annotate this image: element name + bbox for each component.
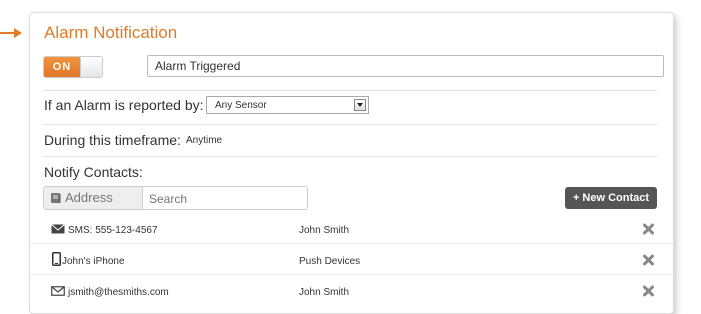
divider	[43, 156, 657, 157]
toggle-on-label: ON	[44, 57, 80, 77]
chevron-down-icon	[354, 99, 366, 111]
contact-name: John Smith	[299, 225, 350, 236]
divider	[43, 90, 657, 91]
envelope-icon	[51, 224, 65, 234]
delete-icon[interactable]	[642, 285, 654, 297]
contact-row[interactable]: jsmith@thesmiths.com John Smith	[30, 274, 673, 305]
card-title: Alarm Notification	[44, 23, 178, 42]
reported-by-label: If an Alarm is reported by:	[44, 97, 204, 113]
address-book-label: Address Book	[65, 190, 113, 205]
sensor-select[interactable]: Any Sensor	[206, 96, 369, 114]
timeframe-value[interactable]: Anytime	[186, 135, 222, 146]
envelope-outline-icon	[51, 286, 65, 296]
contact-method: jsmith@thesmiths.com	[68, 287, 169, 298]
alarm-notification-card: Alarm Notification ON If an Alarm is rep…	[29, 12, 674, 314]
address-book-search-group: Address Book	[43, 186, 308, 210]
contact-search-input[interactable]	[143, 187, 307, 209]
timeframe-label: During this timeframe:	[44, 132, 181, 148]
row-separator	[30, 243, 673, 244]
divider	[43, 124, 657, 125]
contact-method: SMS: 555-123-4567	[68, 225, 158, 236]
contact-name: Push Devices	[299, 256, 361, 267]
alarm-toggle[interactable]: ON	[43, 56, 103, 78]
contact-name: John Smith	[299, 287, 350, 298]
contact-row[interactable]: SMS: 555-123-4567 John Smith	[30, 217, 673, 243]
notify-contacts-label: Notify Contacts:	[44, 164, 143, 180]
row-separator	[30, 274, 673, 275]
new-contact-button[interactable]: + New Contact	[565, 187, 657, 209]
delete-icon[interactable]	[642, 254, 654, 266]
book-icon	[51, 193, 61, 203]
toggle-knob	[80, 57, 102, 77]
delete-icon[interactable]	[642, 223, 654, 235]
alarm-name-input[interactable]	[147, 55, 664, 77]
address-book-button[interactable]: Address Book	[44, 187, 143, 209]
phone-icon	[52, 252, 61, 266]
pointer-arrow-icon	[0, 28, 22, 38]
contact-method: John's iPhone	[62, 256, 125, 267]
sensor-select-value: Any Sensor	[215, 100, 267, 111]
contact-row[interactable]: John's iPhone Push Devices	[30, 243, 673, 274]
